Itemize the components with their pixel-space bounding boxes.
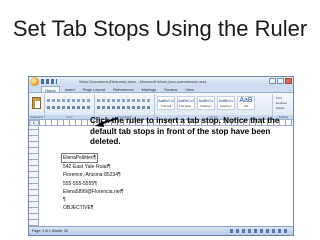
tab-selector-glyph: L bbox=[33, 120, 36, 125]
select-button[interactable]: Select bbox=[276, 106, 292, 110]
style-normal[interactable]: AaBbCcI ¶ Normal bbox=[157, 96, 175, 110]
font-tools[interactable] bbox=[47, 97, 92, 113]
title-bar: Word Document (Resume).docx - Microsoft … bbox=[29, 77, 293, 86]
view-controls[interactable] bbox=[230, 229, 290, 233]
word-window: Word Document (Resume).docx - Microsoft … bbox=[28, 76, 294, 236]
minimize-button[interactable] bbox=[269, 78, 276, 84]
doc-line-blank[interactable]: ¶ bbox=[63, 196, 124, 204]
maximize-button[interactable] bbox=[277, 78, 284, 84]
doc-line-objective[interactable]: OBJECTIVE¶ bbox=[63, 204, 124, 212]
style-preview: AaB bbox=[239, 97, 253, 104]
font-group: Font bbox=[45, 94, 95, 119]
tab-view[interactable]: View bbox=[182, 86, 197, 92]
tab-review[interactable]: Review bbox=[161, 86, 180, 92]
style-name: ¶ No Spaci... bbox=[178, 105, 194, 108]
callout-text: Click the ruler to insert a tab stop. No… bbox=[90, 116, 280, 146]
style-no-spacing[interactable]: AaBbCcI ¶ No Spaci... bbox=[177, 96, 195, 110]
style-preview: AaBbCc bbox=[198, 98, 214, 103]
style-title[interactable]: AaB Title bbox=[237, 96, 255, 110]
replace-button[interactable]: Replace bbox=[276, 101, 292, 105]
style-name: Title bbox=[243, 105, 249, 108]
quick-access-toolbar[interactable] bbox=[41, 79, 57, 84]
vertical-ruler bbox=[29, 126, 39, 226]
tab-mailings[interactable]: Mailings bbox=[139, 86, 160, 92]
clipboard-group-label: Clipboard bbox=[29, 115, 44, 119]
font-group-label: Font bbox=[45, 115, 94, 119]
style-heading-1[interactable]: AaBbCc Heading 1 bbox=[197, 96, 215, 110]
status-bar: Page: 1 of 1 Words: 28 bbox=[29, 226, 293, 235]
paste-icon[interactable] bbox=[32, 97, 41, 109]
doc-line-phone[interactable]: 555-555-5555¶ bbox=[63, 180, 124, 188]
office-button[interactable] bbox=[30, 77, 39, 86]
document-text[interactable]: ElenaPellitteri¶ 542·East·Yale·Road¶ Flo… bbox=[61, 153, 124, 212]
tab-home[interactable]: Home bbox=[41, 86, 60, 93]
style-preview: AaBbCc bbox=[218, 98, 234, 103]
ribbon-tabs: Home Insert Page Layout References Maili… bbox=[29, 86, 293, 93]
style-preview: AaBbCcI bbox=[178, 98, 194, 103]
tab-page-layout[interactable]: Page Layout bbox=[80, 86, 108, 92]
style-name: Heading 2 bbox=[220, 105, 232, 108]
doc-line-city[interactable]: Florence,·Arizona·85234¶ bbox=[63, 171, 124, 179]
style-preview: AaBbCcI bbox=[158, 98, 174, 103]
doc-line-email[interactable]: Elena5899@Florencia.net¶ bbox=[63, 188, 124, 196]
paragraph-tools[interactable] bbox=[97, 97, 152, 113]
tab-references[interactable]: References bbox=[110, 86, 136, 92]
doc-line-address[interactable]: 542·East·Yale·Road¶ bbox=[63, 163, 124, 171]
status-text: Page: 1 of 1 Words: 28 bbox=[32, 229, 68, 233]
style-heading-2[interactable]: AaBbCc Heading 2 bbox=[217, 96, 235, 110]
style-name: ¶ Normal bbox=[160, 105, 172, 108]
doc-line-name[interactable]: ElenaPellitteri¶ bbox=[61, 153, 99, 164]
find-button[interactable]: Find bbox=[276, 96, 292, 100]
tab-insert[interactable]: Insert bbox=[62, 86, 78, 92]
close-button[interactable] bbox=[285, 78, 292, 84]
clipboard-group: Clipboard bbox=[29, 94, 45, 119]
window-caption: Word Document (Resume).docx - Microsoft … bbox=[79, 79, 207, 84]
style-name: Heading 1 bbox=[200, 105, 212, 108]
slide-title: Set Tab Stops Using the Ruler bbox=[12, 16, 308, 41]
